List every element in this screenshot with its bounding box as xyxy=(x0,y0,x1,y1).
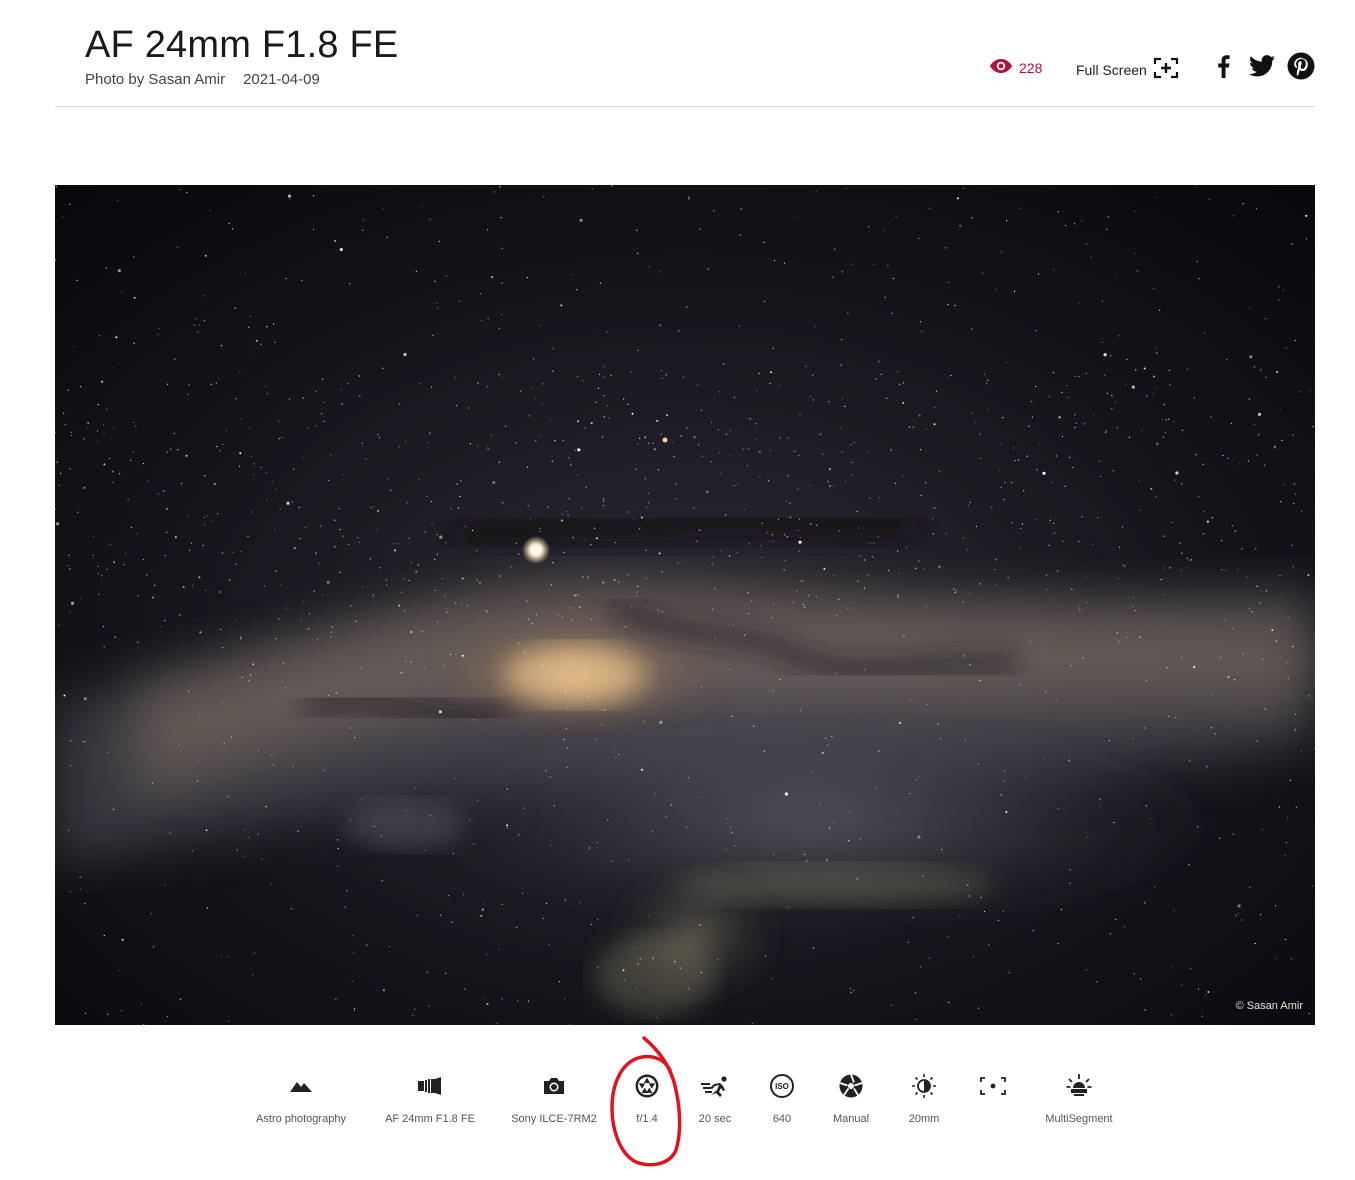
svg-text:ISO: ISO xyxy=(775,1082,789,1091)
main-photo[interactable]: © Sasan Amir xyxy=(55,185,1315,1025)
focus-point-icon xyxy=(980,1068,1006,1104)
twitter-icon xyxy=(1249,54,1275,82)
exif-camera-label: Sony ILCE-7RM2 xyxy=(511,1113,597,1125)
facebook-share-button[interactable] xyxy=(1209,54,1237,82)
photo-meta: Photo by Sasan Amir 2021-04-09 xyxy=(85,71,320,88)
eye-icon xyxy=(989,58,1013,77)
view-count-value: 228 xyxy=(1019,59,1043,76)
exif-lens-label: AF 24mm F1.8 FE xyxy=(385,1113,475,1125)
fullscreen-button[interactable]: Full Screen xyxy=(1076,57,1179,82)
twitter-share-button[interactable] xyxy=(1248,54,1276,82)
fullscreen-icon xyxy=(1153,57,1179,82)
milky-way-photo xyxy=(55,185,1315,1025)
exif-bar: Astro photography AF 24mm F1.8 FE Sony I… xyxy=(0,1068,1355,1138)
fullscreen-label: Full Screen xyxy=(1076,61,1147,78)
pinterest-icon xyxy=(1287,52,1315,85)
exif-category-label: Astro photography xyxy=(256,1113,346,1125)
exif-metering-label: MultiSegment xyxy=(1045,1113,1113,1125)
photo-header: AF 24mm F1.8 FE Photo by Sasan Amir 2021-… xyxy=(55,0,1315,107)
exif-category[interactable]: Astro photography xyxy=(241,1068,361,1138)
page-title: AF 24mm F1.8 FE xyxy=(85,24,399,66)
facebook-icon xyxy=(1215,54,1231,83)
photo-copyright: © Sasan Amir xyxy=(1235,1000,1303,1012)
camera-icon xyxy=(542,1068,566,1104)
exif-iso-label: 640 xyxy=(772,1113,792,1125)
exif-metering[interactable]: MultiSegment xyxy=(1019,1068,1139,1138)
photo-date: 2021-04-09 xyxy=(243,71,320,88)
lens-icon xyxy=(417,1068,443,1104)
view-count: 228 xyxy=(989,58,1042,77)
exposure-mode-icon xyxy=(838,1068,864,1104)
photographer-credit[interactable]: Photo by Sasan Amir xyxy=(85,71,225,88)
pinterest-share-button[interactable] xyxy=(1287,52,1315,85)
exif-lens[interactable]: AF 24mm F1.8 FE xyxy=(370,1068,490,1138)
metering-icon xyxy=(1066,1068,1092,1104)
landscape-icon xyxy=(289,1068,313,1104)
